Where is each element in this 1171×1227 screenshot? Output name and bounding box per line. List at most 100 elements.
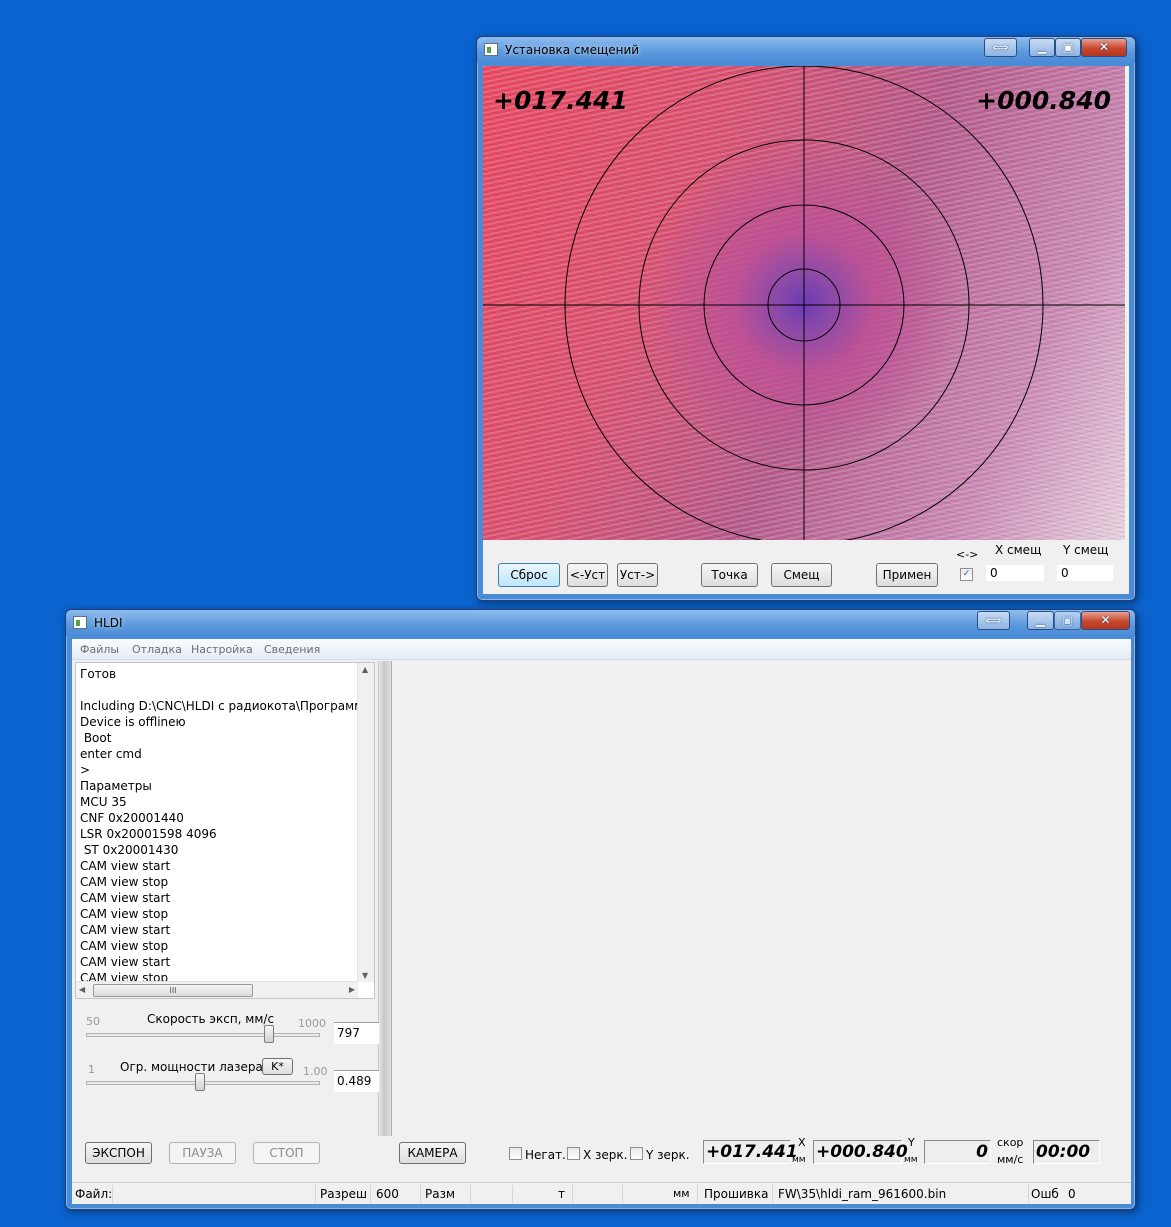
pause-button[interactable]: ПАУЗА [169, 1142, 236, 1164]
hldi-minimize-button[interactable]: ▁ [1027, 611, 1054, 630]
status-resolution-value: 600 [376, 1187, 399, 1201]
y-mirror-checkbox[interactable] [630, 1147, 643, 1160]
status-firmware-label: Прошивка [704, 1187, 769, 1201]
maximize-icon: ▣ [1062, 614, 1073, 627]
checkmark-icon: ✓ [962, 569, 971, 579]
panel-splitter[interactable] [378, 661, 392, 1136]
speed-max-label: 1000 [298, 1017, 326, 1030]
reset-button[interactable]: Сброс [498, 563, 560, 587]
close-icon: ✕ [1100, 613, 1111, 627]
log-line: Готов [80, 667, 117, 681]
log-line: Device is offlineю [80, 715, 186, 729]
apply-button[interactable]: Примен [876, 563, 938, 587]
log-line: enter cmd [80, 747, 142, 761]
set-right-button[interactable]: Уст-> [617, 563, 658, 587]
log-line: Параметры [80, 779, 152, 793]
log-lines: Готов Including D:\CNC\HLDI с радиокота\… [80, 666, 362, 998]
set-left-button[interactable]: <-Уст [567, 563, 608, 587]
y-position-readout: +000.840 [813, 1140, 908, 1164]
status-t-value-cell [572, 1185, 622, 1203]
status-size-value-cell [470, 1185, 512, 1203]
camera-view[interactable]: +017.441 +000.840 [483, 66, 1125, 540]
stop-button[interactable]: СТОП [253, 1142, 320, 1164]
x-unit-label: мм [792, 1155, 806, 1165]
speed-label: Скорость эксп, мм/с [147, 1012, 275, 1026]
laser-slider-thumb[interactable] [195, 1073, 206, 1091]
status-mm-label: мм [673, 1187, 690, 1200]
log-vertical-scrollbar[interactable]: ▲ ▼ [357, 663, 374, 982]
close-button[interactable]: ✕ [1081, 38, 1127, 57]
laser-min-label: 1 [88, 1063, 95, 1076]
log-line: CAM view start [80, 859, 171, 873]
hldi-window-client: Файлы Отладка Настройка Сведения Готов I… [72, 639, 1131, 1204]
speed-min-label: 50 [86, 1015, 100, 1028]
laser-value[interactable]: 0.489 [334, 1070, 379, 1092]
log-line: Boot [80, 731, 112, 745]
speed-slider-thumb[interactable] [263, 1025, 274, 1043]
log-line: CAM view stop [80, 875, 169, 889]
y-mirror-label: Y зерк. [646, 1148, 690, 1162]
y-offset-field[interactable]: 0 [1056, 564, 1114, 582]
offset-window-titlebar[interactable]: Установка смещений ⟺ ▁ ▣ ✕ [477, 37, 1135, 63]
minimize-icon: ▁ [1036, 614, 1045, 627]
offset-settings-window: Установка смещений ⟺ ▁ ▣ ✕ +017.441 +000… [476, 36, 1136, 601]
x-mirror-label: X зерк. [583, 1148, 628, 1162]
hldi-restore-arrows-button[interactable]: ⟺ [977, 611, 1010, 630]
minimize-icon: ▁ [1037, 41, 1047, 54]
scroll-up-icon[interactable]: ▲ [362, 665, 368, 674]
restore-arrows-button[interactable]: ⟺ [984, 38, 1017, 57]
hldi-close-button[interactable]: ✕ [1081, 611, 1130, 630]
close-icon: ✕ [1098, 40, 1110, 54]
menu-bar: Файлы Отладка Настройка Сведения [72, 639, 1131, 660]
log-console[interactable]: Готов Including D:\CNC\HLDI с радиокота\… [75, 662, 375, 999]
menu-files[interactable]: Файлы [80, 643, 119, 656]
speed-readout-label: скор [997, 1136, 1024, 1149]
y-unit-label: мм [904, 1155, 918, 1165]
menu-settings[interactable]: Настройка [191, 643, 253, 656]
offset-button[interactable]: Смещ [771, 563, 832, 587]
status-bar: Файл: Разреш 600 Разм т мм Прошивка FW\3… [72, 1182, 1131, 1204]
x-coordinate-overlay: +017.441 [493, 86, 628, 115]
swap-checkbox[interactable]: ✓ [960, 568, 973, 581]
log-line: > [80, 763, 91, 777]
maximize-button[interactable]: ▣ [1055, 38, 1081, 57]
speed-readout: 0 [924, 1140, 991, 1164]
maximize-icon: ▣ [1062, 41, 1074, 54]
status-t-label: т [558, 1187, 565, 1201]
log-line: LSR 0x20001598 4096 [80, 827, 217, 841]
laser-max-label: 1.00 [303, 1065, 328, 1078]
hldi-window-titlebar[interactable]: HLDI ⟺ ▁ ▣ ✕ [66, 610, 1135, 636]
negative-checkbox[interactable] [509, 1147, 522, 1160]
log-line: CAM view stop [80, 939, 169, 953]
camera-button[interactable]: КАМЕРА [399, 1142, 466, 1164]
speed-slider-track[interactable] [86, 1033, 320, 1037]
window-app-icon [484, 43, 498, 56]
status-firmware-value: FW\35\hldi_ram_961600.bin [778, 1187, 947, 1201]
status-file-cell [112, 1185, 315, 1203]
status-size-label: Разм [425, 1187, 456, 1201]
minimize-button[interactable]: ▁ [1029, 38, 1055, 57]
status-resolution-label: Разреш [320, 1187, 367, 1201]
x-mirror-checkbox[interactable] [567, 1147, 580, 1160]
hldi-window-title: HLDI [94, 616, 123, 630]
scroll-down-icon[interactable]: ▼ [362, 971, 368, 980]
expose-button[interactable]: ЭКСПОН [85, 1142, 152, 1164]
speed-value[interactable]: 797 [334, 1022, 379, 1044]
menu-about[interactable]: Сведения [264, 643, 320, 656]
offset-window-title: Установка смещений [505, 43, 640, 57]
negative-label: Негат. [525, 1148, 566, 1162]
log-line: CAM view stop [80, 907, 169, 921]
scroll-left-icon[interactable]: ◀ [79, 985, 85, 994]
x-offset-field[interactable]: 0 [985, 564, 1045, 582]
horizontal-scroll-thumb[interactable]: III [93, 984, 253, 997]
crosshair-overlay [483, 66, 1125, 540]
log-horizontal-scrollbar[interactable]: ◀ III ▶ [76, 981, 358, 998]
point-button[interactable]: Точка [701, 563, 758, 587]
hldi-main-window: HLDI ⟺ ▁ ▣ ✕ Файлы Отладка Настройка Све… [65, 609, 1136, 1210]
menu-debug[interactable]: Отладка [132, 643, 182, 656]
scroll-right-icon[interactable]: ▶ [349, 985, 355, 994]
k-coefficient-button[interactable]: K* [262, 1058, 293, 1075]
log-line: Including D:\CNC\HLDI с радиокота\Програ… [80, 699, 362, 713]
log-line: CAM view start [80, 923, 171, 937]
hldi-maximize-button[interactable]: ▣ [1054, 611, 1081, 630]
